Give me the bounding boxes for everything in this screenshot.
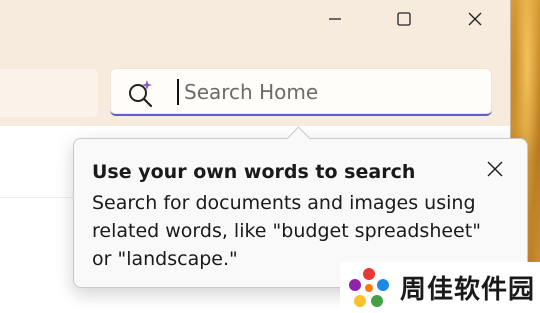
close-icon xyxy=(468,12,482,26)
title-bar xyxy=(0,0,510,56)
minimize-icon xyxy=(329,18,341,20)
tooltip-title: Use your own words to search xyxy=(92,161,416,183)
search-input[interactable] xyxy=(182,76,476,108)
search-box[interactable] xyxy=(110,68,492,116)
watermark-text: 周佳软件园 xyxy=(400,275,536,305)
tooltip-close-button[interactable] xyxy=(481,155,509,183)
maximize-button[interactable] xyxy=(381,0,427,38)
close-window-button[interactable] xyxy=(452,0,498,38)
text-caret xyxy=(177,79,179,105)
address-bar[interactable] xyxy=(0,69,98,117)
close-icon xyxy=(487,161,503,177)
maximize-icon xyxy=(397,12,411,26)
ai-search-icon xyxy=(129,80,153,108)
minimize-button[interactable] xyxy=(312,0,358,38)
watermark-logo-icon xyxy=(349,267,389,307)
tooltip-body: Search for documents and images using re… xyxy=(92,192,481,270)
watermark: 周佳软件园 xyxy=(340,262,540,313)
